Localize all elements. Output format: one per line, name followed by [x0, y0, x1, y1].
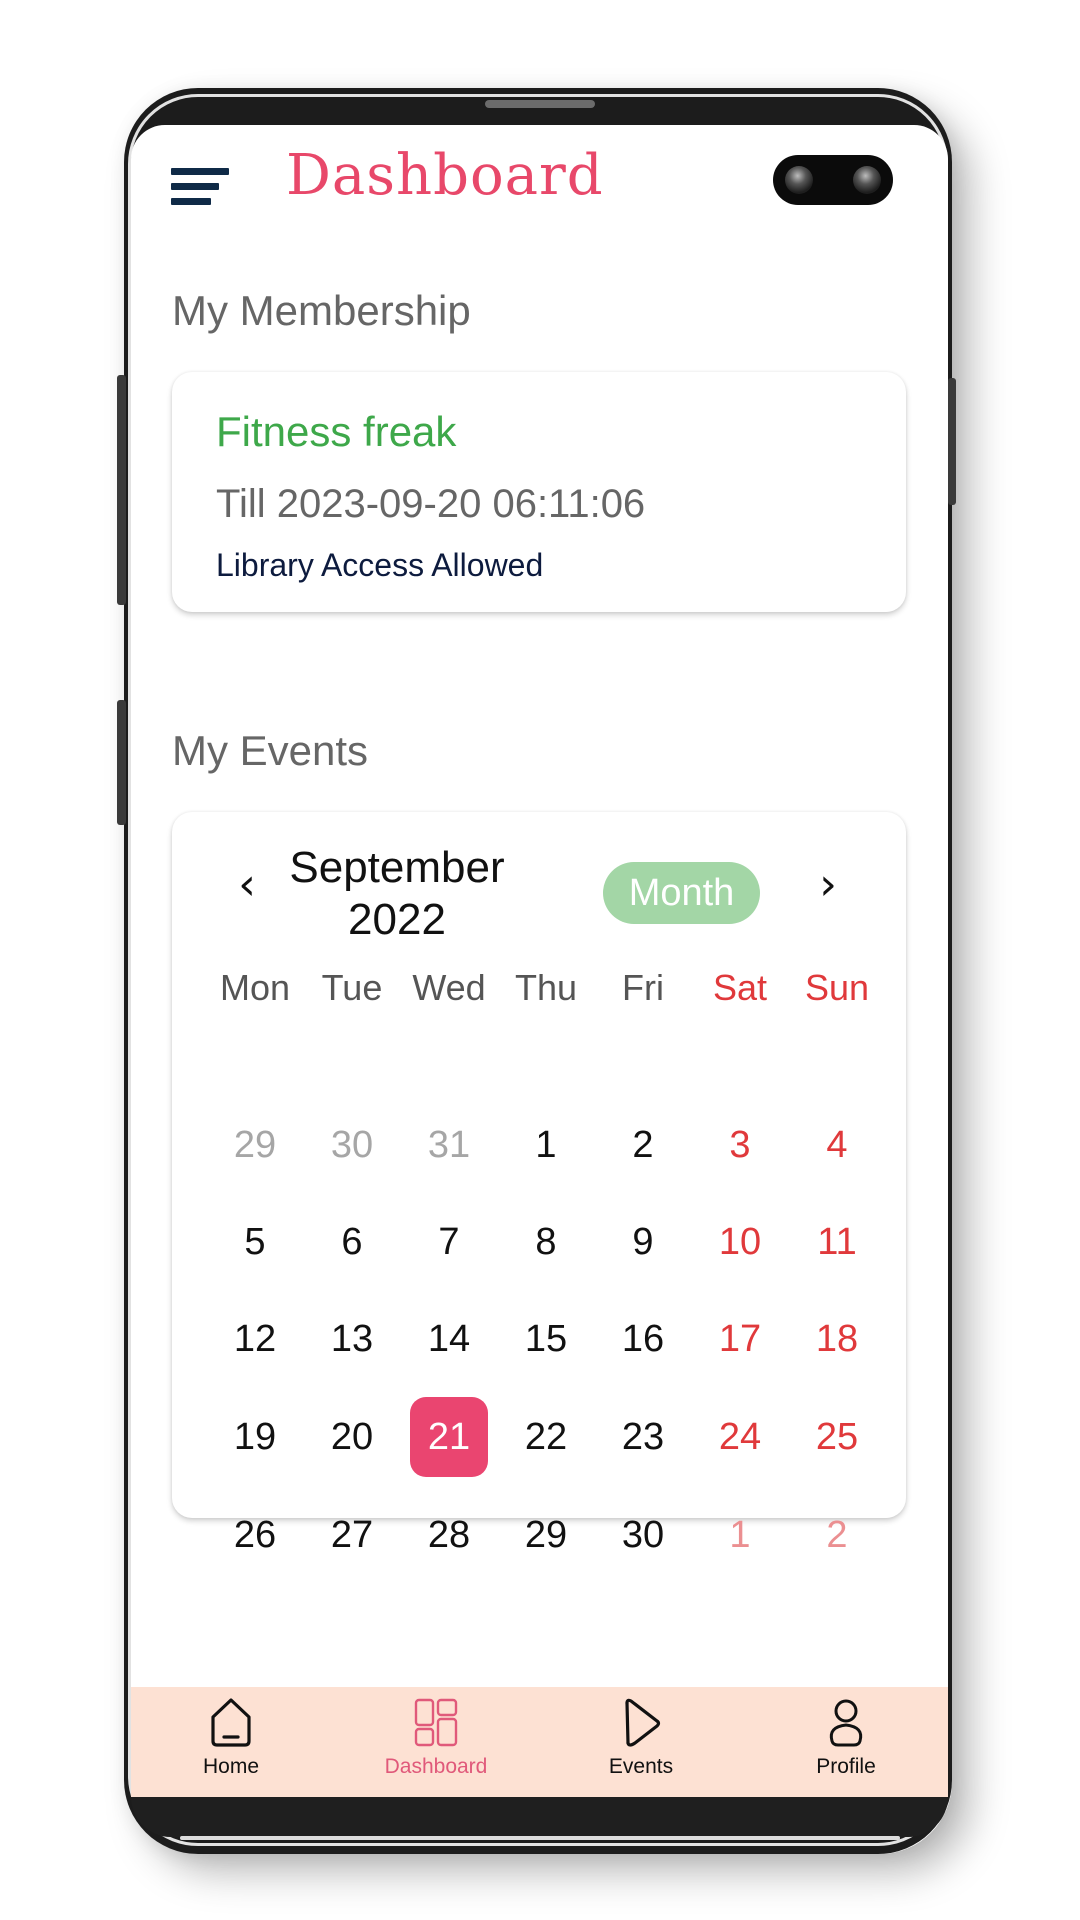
membership-section-title: My Membership — [172, 287, 471, 334]
weekday-sun: Sun — [804, 967, 870, 1008]
phone-bottom-bezel — [131, 1797, 948, 1837]
weekday-mon: Mon — [219, 967, 291, 1008]
power-button — [948, 378, 956, 505]
weekday-tue: Tue — [321, 967, 383, 1008]
weekday-sat: Sat — [712, 967, 768, 1008]
calendar-day[interactable]: 25 — [798, 1397, 876, 1477]
bottom-navigation: Home Dashboard Events Profile — [131, 1687, 948, 1797]
calendar-day[interactable]: 2 — [798, 1495, 876, 1575]
phone-bottom-edge — [180, 1836, 900, 1840]
membership-card[interactable]: Fitness freak Till 2023-09-20 06:11:06 L… — [172, 372, 906, 612]
calendar-day[interactable]: 8 — [507, 1202, 585, 1282]
calendar-day[interactable]: 17 — [701, 1299, 779, 1379]
calendar-month-label: September 2022 — [282, 842, 512, 946]
nav-item-events[interactable]: Events — [566, 1697, 716, 1792]
weekday-fri: Fri — [622, 967, 664, 1008]
next-month-button[interactable]: › — [808, 863, 848, 907]
page-title: Dashboard — [286, 143, 604, 208]
calendar-day[interactable]: 28 — [410, 1495, 488, 1575]
calendar-day[interactable]: 13 — [313, 1299, 391, 1379]
previous-month-button[interactable]: ‹ — [227, 863, 267, 907]
nav-item-profile[interactable]: Profile — [771, 1697, 921, 1792]
weekday-thu: Thu — [514, 967, 578, 1008]
calendar-day[interactable]: 7 — [410, 1202, 488, 1282]
plan-name: Fitness freak — [216, 408, 457, 455]
home-icon — [211, 1698, 251, 1747]
calendar-day[interactable]: 20 — [313, 1397, 391, 1477]
nav-label-events: Events — [608, 1755, 674, 1778]
calendar-day[interactable]: 18 — [798, 1299, 876, 1379]
calendar-day[interactable]: 16 — [604, 1299, 682, 1379]
calendar-day[interactable]: 15 — [507, 1299, 585, 1379]
nav-item-home[interactable]: Home — [156, 1697, 306, 1792]
calendar-day[interactable]: 1 — [507, 1105, 585, 1185]
profile-icon — [829, 1699, 863, 1747]
calendar-day[interactable]: 29 — [216, 1105, 294, 1185]
calendar-day[interactable]: 2 — [604, 1105, 682, 1185]
chevron-right-icon: › — [819, 859, 837, 910]
calendar-day[interactable]: 30 — [604, 1495, 682, 1575]
calendar-day[interactable]: 19 — [216, 1397, 294, 1477]
plan-access: Library Access Allowed — [216, 547, 544, 583]
calendar-day[interactable]: 29 — [507, 1495, 585, 1575]
nav-label-profile: Profile — [816, 1755, 876, 1778]
calendar-month: September — [289, 843, 505, 892]
app-screen: Dashboard My Membership Fitness freak Ti… — [131, 125, 948, 1797]
calendar-day[interactable]: 10 — [701, 1202, 779, 1282]
calendar-day[interactable]: 5 — [216, 1202, 294, 1282]
month-view-button[interactable]: Month — [603, 862, 760, 924]
menu-button[interactable] — [169, 163, 233, 207]
calendar-day[interactable]: 11 — [798, 1202, 876, 1282]
calendar-year: 2022 — [348, 895, 446, 944]
calendar-day[interactable]: 6 — [313, 1202, 391, 1282]
calendar-day[interactable]: 26 — [216, 1495, 294, 1575]
calendar-day[interactable]: 12 — [216, 1299, 294, 1379]
calendar-day[interactable]: 23 — [604, 1397, 682, 1477]
calendar-day[interactable]: 3 — [701, 1105, 779, 1185]
calendar-day[interactable]: 27 — [313, 1495, 391, 1575]
calendar-day-selected[interactable]: 21 — [410, 1397, 488, 1477]
volume-up-button — [117, 375, 126, 605]
nav-item-dashboard[interactable]: Dashboard — [361, 1697, 511, 1792]
calendar-day[interactable]: 9 — [604, 1202, 682, 1282]
weekday-wed: Wed — [412, 967, 486, 1008]
calendar-day[interactable]: 30 — [313, 1105, 391, 1185]
front-camera — [773, 155, 893, 205]
earpiece-speaker — [485, 100, 595, 108]
volume-down-button — [117, 700, 126, 825]
calendar-day[interactable]: 31 — [410, 1105, 488, 1185]
calendar-card: ‹ September 2022 Month › Mon Tue Wed Thu Fri… — [172, 812, 906, 1556]
nav-label-dashboard: Dashboard — [384, 1755, 488, 1778]
chevron-left-icon: ‹ — [238, 859, 256, 910]
play-icon — [625, 1698, 661, 1747]
calendar-day[interactable]: 24 — [701, 1397, 779, 1477]
plan-valid-till: Till 2023-09-20 06:11:06 — [216, 482, 646, 526]
dashboard-icon — [414, 1698, 458, 1747]
calendar-day[interactable]: 1 — [701, 1495, 779, 1575]
calendar-day[interactable]: 4 — [798, 1105, 876, 1185]
nav-label-home: Home — [202, 1755, 260, 1778]
calendar-day[interactable]: 14 — [410, 1299, 488, 1379]
calendar-day[interactable]: 22 — [507, 1397, 585, 1477]
events-section-title: My Events — [172, 727, 369, 774]
